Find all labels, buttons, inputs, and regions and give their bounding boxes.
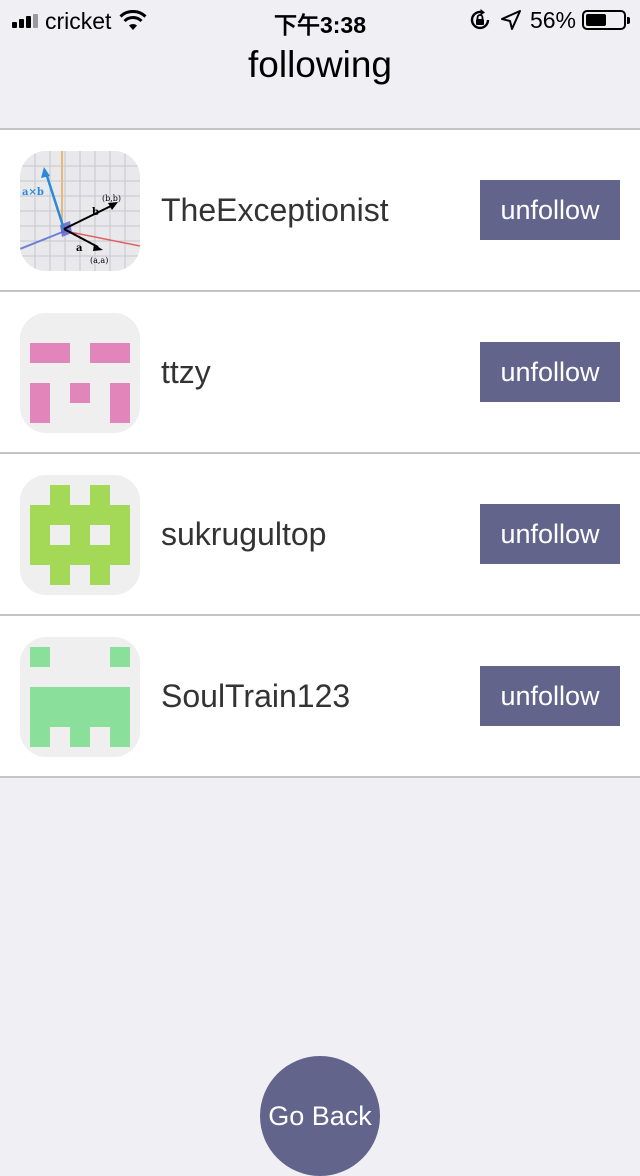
page-title: following: [248, 44, 392, 85]
svg-text:a×b: a×b: [22, 187, 44, 198]
identicon-avatar[interactable]: [20, 313, 140, 433]
unfollow-button[interactable]: unfollow: [480, 666, 620, 726]
unfollow-button[interactable]: unfollow: [480, 180, 620, 240]
rotation-lock-icon: [470, 9, 490, 30]
status-right: 56%: [468, 6, 630, 34]
battery-percent: 56%: [529, 6, 576, 33]
list-item[interactable]: SoulTrain123 unfollow: [0, 616, 640, 778]
svg-text:a: a: [76, 243, 83, 254]
list-item[interactable]: ttzy unfollow: [0, 292, 640, 454]
location-arrow-icon: [500, 10, 521, 30]
list-item[interactable]: a×b b a (b,b) (a,a) TheExceptionist unfo…: [0, 130, 640, 292]
unfollow-button[interactable]: unfollow: [480, 504, 620, 564]
username[interactable]: SoulTrain123: [161, 678, 350, 715]
identicon-avatar[interactable]: [20, 475, 140, 595]
vector-diagram-avatar[interactable]: a×b b a (b,b) (a,a): [20, 151, 140, 271]
svg-text:(b,b): (b,b): [102, 194, 121, 203]
following-list: a×b b a (b,b) (a,a) TheExceptionist unfo…: [0, 128, 640, 778]
svg-text:(a,a): (a,a): [90, 256, 108, 265]
username[interactable]: sukrugultop: [161, 516, 326, 553]
status-bar: cricket 下午3:38 56%: [0, 0, 640, 40]
battery-fill: [586, 14, 606, 26]
identicon-avatar[interactable]: [20, 637, 140, 757]
battery-icon: [582, 10, 630, 30]
unfollow-button[interactable]: unfollow: [480, 342, 620, 402]
go-back-button[interactable]: Go Back: [260, 1056, 380, 1176]
username[interactable]: ttzy: [161, 354, 211, 391]
username[interactable]: TheExceptionist: [161, 192, 389, 229]
svg-text:b: b: [92, 207, 99, 218]
list-item[interactable]: sukrugultop unfollow: [0, 454, 640, 616]
